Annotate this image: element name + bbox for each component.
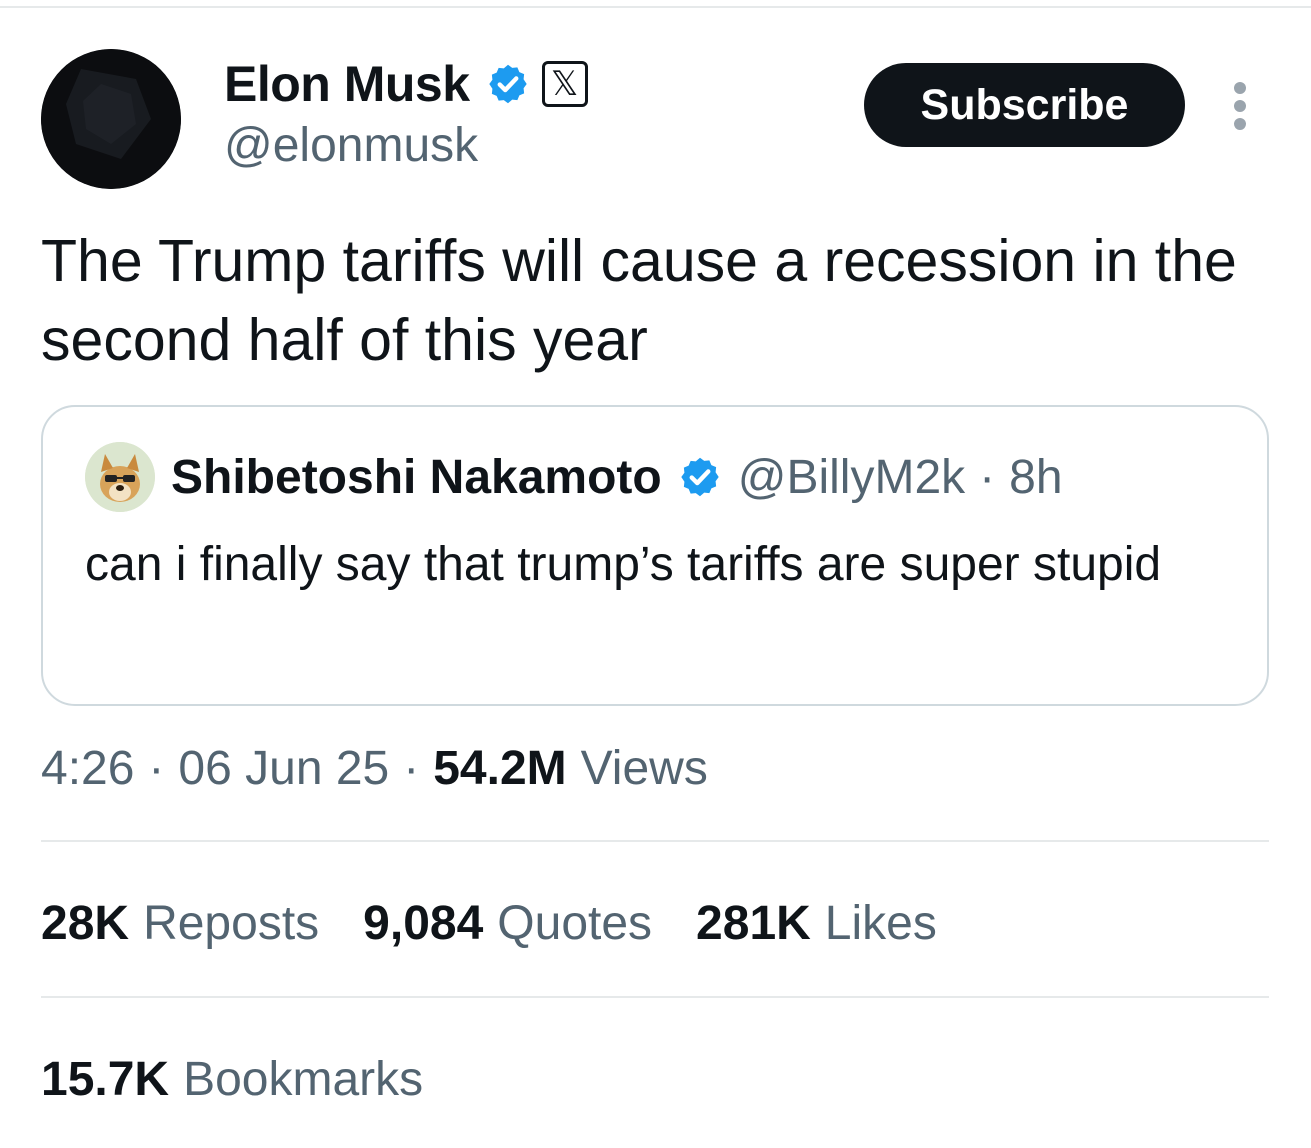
tweet-time[interactable]: 4:26 [41, 741, 134, 796]
author-avatar[interactable] [41, 49, 181, 189]
more-vertical-icon[interactable] [1229, 82, 1251, 130]
quoted-tweet-age[interactable]: 8h [1009, 450, 1062, 505]
quoted-author-handle[interactable]: @BillyM2k [738, 450, 965, 505]
verified-badge-icon[interactable] [486, 62, 530, 106]
quotes-count: 9,084 [363, 896, 484, 950]
author-name-row: Elon Musk 𝕏 [224, 56, 588, 112]
x-logo-icon[interactable]: 𝕏 [541, 61, 588, 107]
tweet-date[interactable]: 06 Jun 25 [178, 741, 389, 796]
bookmarks-label: Bookmarks [183, 1052, 424, 1106]
likes-label: Likes [824, 896, 937, 950]
engagement-stats: 28K Reposts 9,084 Quotes 281K Likes [41, 893, 981, 953]
top-divider [0, 6, 1311, 8]
reposts-stat[interactable]: 28K Reposts [41, 896, 319, 951]
meta-separator: · [148, 741, 165, 795]
reposts-label: Reposts [143, 896, 320, 950]
divider [41, 840, 1269, 842]
author-name[interactable]: Elon Musk [224, 55, 470, 113]
author-handle[interactable]: @elonmusk [224, 118, 478, 173]
likes-stat[interactable]: 281K Likes [696, 896, 937, 951]
likes-count: 281K [696, 896, 811, 950]
quoted-tweet-header: Shibetoshi Nakamoto @BillyM2k · 8h [171, 447, 1063, 507]
author-avatar-image [41, 49, 181, 189]
tweet-meta: 4:26 · 06 Jun 25 · 54.2M Views [41, 738, 708, 798]
views-label: Views [580, 741, 708, 795]
quoted-author-name[interactable]: Shibetoshi Nakamoto [171, 450, 662, 505]
verified-badge-icon [678, 455, 722, 499]
quotes-label: Quotes [497, 896, 653, 950]
quoted-author-avatar[interactable] [85, 442, 155, 512]
quoted-separator: · [979, 450, 996, 504]
bookmarks-count: 15.7K [41, 1052, 170, 1106]
quoted-tweet-text: can i finally say that trump’s tariffs a… [85, 538, 1162, 591]
bookmarks-stat[interactable]: 15.7K Bookmarks [41, 1049, 423, 1109]
doge-avatar-image [85, 442, 155, 512]
reposts-count: 28K [41, 896, 130, 950]
quotes-stat[interactable]: 9,084 Quotes [363, 896, 652, 951]
quoted-tweet-card[interactable]: Shibetoshi Nakamoto @BillyM2k · 8h can i… [41, 405, 1269, 706]
views-count: 54.2M [433, 741, 567, 795]
meta-separator: · [403, 741, 420, 795]
divider [41, 996, 1269, 998]
subscribe-button[interactable]: Subscribe [864, 63, 1185, 147]
tweet-text: The Trump tariffs will cause a recession… [41, 228, 1237, 373]
